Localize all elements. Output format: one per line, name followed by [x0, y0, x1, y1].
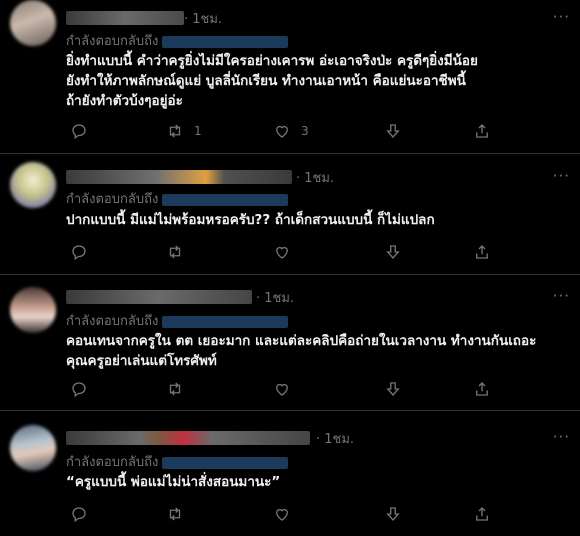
- reply-icon: [72, 124, 86, 140]
- like-icon: [276, 125, 288, 138]
- downvote-icon: [386, 124, 400, 139]
- tweet-header: · 1ชม.: [66, 8, 546, 28]
- downvote-icon: [386, 382, 400, 397]
- like-button[interactable]: [273, 504, 301, 524]
- like-button[interactable]: [273, 242, 301, 262]
- downvote-button[interactable]: [384, 121, 402, 141]
- like-button[interactable]: [273, 379, 301, 399]
- tweet[interactable]: · 1ชม. ··· กำลังตอบกลับถึง ยิ่งทำแบบนี้ …: [0, 0, 580, 154]
- share-icon: [476, 507, 488, 521]
- avatar[interactable]: [10, 287, 56, 333]
- tweet-actions: [66, 242, 566, 262]
- author-name-blurred[interactable]: [66, 170, 292, 184]
- tweet-text: “ครูแบบนี้ พ่อแม่ไม่น่าสั่งสอนมานะ”: [66, 472, 566, 492]
- downvote-icon: [386, 507, 400, 522]
- replying-to: กำลังตอบกลับถึง: [66, 310, 289, 331]
- reply-button[interactable]: [70, 242, 88, 262]
- more-icon[interactable]: ···: [553, 8, 570, 26]
- reply-icon: [72, 382, 86, 398]
- reply-button[interactable]: [70, 121, 88, 141]
- tweet[interactable]: · 1ชม. ··· กำลังตอบกลับถึง “ครูแบบนี้ พ่…: [0, 411, 580, 536]
- tweet-text: คอนเทนจากครูใน ตต เยอะมาก และแต่ละคลิปคื…: [66, 331, 566, 371]
- reply-icon: [72, 507, 86, 523]
- reply-handle-blurred[interactable]: [162, 456, 289, 469]
- share-icon: [476, 382, 488, 396]
- retweet-button[interactable]: [166, 504, 194, 524]
- tweet-header: · 1ชม.: [66, 428, 546, 448]
- replying-label: กำลังตอบกลับถึง: [66, 192, 159, 207]
- retweet-count: 1: [194, 124, 202, 138]
- tweet-timestamp[interactable]: · 1ชม.: [296, 167, 334, 188]
- avatar[interactable]: [10, 162, 56, 208]
- replying-to: กำลังตอบกลับถึง: [66, 451, 289, 472]
- retweet-icon: [169, 507, 181, 521]
- replying-label: กำลังตอบกลับถึง: [66, 34, 159, 49]
- retweet-icon: [169, 382, 181, 396]
- retweet-button[interactable]: [166, 379, 194, 399]
- reply-button[interactable]: [70, 379, 88, 399]
- tweet-timestamp[interactable]: · 1ชม.: [316, 428, 354, 449]
- retweet-icon: [169, 245, 181, 259]
- downvote-button[interactable]: [384, 379, 402, 399]
- like-button[interactable]: 3: [273, 121, 309, 141]
- tweet-header: · 1ชม.: [66, 287, 546, 307]
- reply-handle-blurred[interactable]: [162, 193, 289, 206]
- more-icon[interactable]: ···: [553, 167, 570, 185]
- tweet-text-line: ยิ่งทำแบบนี้ คำว่าครูยิ่งไม่มีใครอย่างเค…: [66, 53, 478, 109]
- more-icon[interactable]: ···: [553, 287, 570, 305]
- downvote-button[interactable]: [384, 504, 402, 524]
- tweet-actions: [66, 379, 566, 399]
- reply-icon: [72, 245, 86, 261]
- tweet-text-line: ปากแบบนี้ มีแม่ไม่พร้อมหรอครับ?? ถ้าเด็ก…: [66, 212, 435, 228]
- replying-to: กำลังตอบกลับถึง: [66, 188, 289, 209]
- tweet-text: ยิ่งทำแบบนี้ คำว่าครูยิ่งไม่มีใครอย่างเค…: [66, 51, 566, 111]
- replying-to: กำลังตอบกลับถึง: [66, 30, 289, 51]
- share-button[interactable]: [473, 242, 491, 262]
- downvote-icon: [386, 245, 400, 260]
- reply-handle-blurred[interactable]: [162, 35, 289, 48]
- like-icon: [276, 246, 288, 259]
- like-icon: [276, 383, 288, 396]
- retweet-icon: [169, 124, 181, 138]
- retweet-button[interactable]: [166, 242, 194, 262]
- more-icon[interactable]: ···: [553, 428, 570, 446]
- author-name-blurred[interactable]: [66, 11, 184, 25]
- tweet-text-line: “ครูแบบนี้ พ่อแม่ไม่น่าสั่งสอนมานะ”: [66, 474, 281, 490]
- tweet[interactable]: · 1ชม. ··· กำลังตอบกลับถึง ปากแบบนี้ มีแ…: [0, 154, 580, 275]
- like-icon: [276, 508, 288, 521]
- share-icon: [476, 245, 488, 259]
- tweet-header: · 1ชม.: [66, 167, 546, 187]
- tweet-timestamp[interactable]: · 1ชม.: [184, 8, 222, 29]
- downvote-button[interactable]: [384, 242, 402, 262]
- tweet-text-line: คอนเทนจากครูใน ตต เยอะมาก และแต่ละคลิปคื…: [66, 333, 537, 369]
- share-button[interactable]: [473, 121, 491, 141]
- tweet-text: ปากแบบนี้ มีแม่ไม่พร้อมหรอครับ?? ถ้าเด็ก…: [66, 210, 566, 230]
- tweet[interactable]: · 1ชม. ··· กำลังตอบกลับถึง คอนเทนจากครูใ…: [0, 275, 580, 411]
- tweet-actions: [66, 504, 566, 524]
- share-icon: [476, 124, 488, 138]
- tweet-actions: 1 3: [66, 121, 566, 141]
- replying-label: กำลังตอบกลับถึง: [66, 455, 159, 470]
- tweet-timestamp[interactable]: · 1ชม.: [256, 287, 294, 308]
- retweet-button[interactable]: 1: [166, 121, 202, 141]
- avatar[interactable]: [10, 0, 56, 46]
- share-button[interactable]: [473, 504, 491, 524]
- like-count: 3: [301, 124, 309, 138]
- author-name-blurred[interactable]: [66, 431, 310, 445]
- avatar[interactable]: [10, 425, 56, 471]
- author-name-blurred[interactable]: [66, 290, 252, 304]
- share-button[interactable]: [473, 379, 491, 399]
- replying-label: กำลังตอบกลับถึง: [66, 314, 159, 329]
- reply-handle-blurred[interactable]: [162, 315, 289, 328]
- reply-button[interactable]: [70, 504, 88, 524]
